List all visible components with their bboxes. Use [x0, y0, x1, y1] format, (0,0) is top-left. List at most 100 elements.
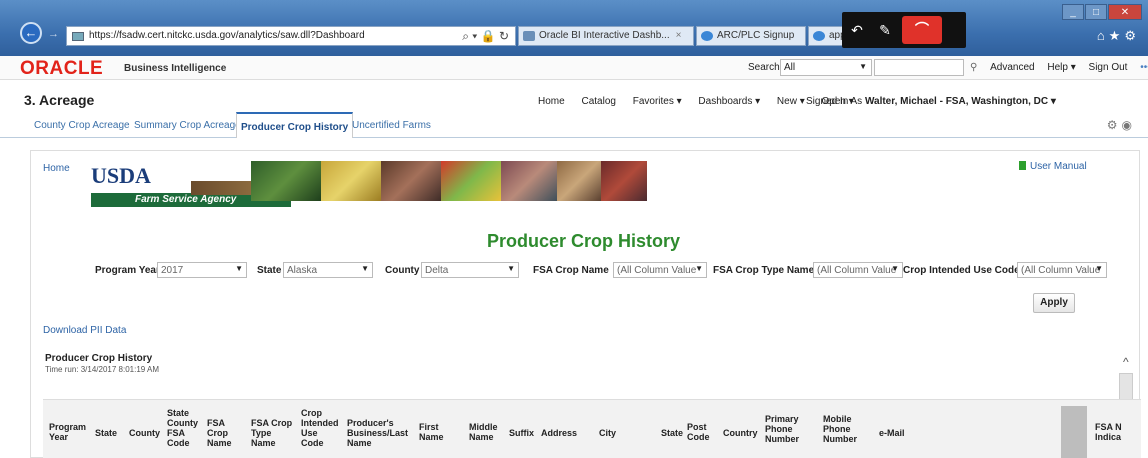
col-post-code[interactable]: Post Code [687, 422, 713, 442]
people-photo [381, 161, 441, 201]
tab-close-icon[interactable]: × [676, 30, 682, 41]
col-mobile-phone[interactable]: Mobile Phone Number [823, 414, 867, 444]
scroll-up-icon[interactable]: ^ [1123, 355, 1129, 369]
user-manual-link[interactable]: User Manual [1019, 161, 1087, 172]
home-link[interactable]: Home [43, 163, 70, 174]
mute-mic-icon[interactable]: ✎ [872, 18, 898, 42]
address-tools-icon[interactable]: ⌕ ▾ 🔒 ↻ [462, 29, 509, 44]
col-crop-intended-use-code[interactable]: Crop Intended Use Code [301, 408, 339, 448]
col-fsa-indicator[interactable]: FSA N Indica [1095, 422, 1125, 442]
back-arrow-icon[interactable]: ← [20, 22, 42, 44]
sign-out-link[interactable]: Sign Out [1089, 62, 1128, 73]
col-state-2[interactable]: State [661, 428, 683, 438]
header-links: ⚲ Advanced Help ▾ Sign Out ••• [960, 62, 1148, 73]
col-state-county-fsa-code[interactable]: State County FSA Code [167, 408, 198, 448]
menu-catalog[interactable]: Catalog [581, 96, 615, 107]
page-options-icon[interactable]: ⚙◉ [1107, 118, 1136, 132]
user-menu[interactable]: Walter, Michael - FSA, Washington, DC ▾ [865, 96, 1056, 107]
produce-photo [441, 161, 501, 201]
select-value: (All Column Value [1021, 265, 1101, 276]
program-year-select[interactable]: 2017 ▼ [157, 262, 247, 278]
help-menu[interactable]: Help ▾ [1047, 62, 1075, 73]
select-value: (All Column Value [617, 265, 697, 276]
end-call-icon[interactable]: ⌒ [902, 16, 942, 44]
tab-uncertified-farms[interactable]: Uncertified Farms [352, 120, 431, 131]
select-value: Delta [425, 265, 449, 276]
chevron-down-icon: ▼ [891, 264, 899, 273]
maximize-icon[interactable]: □ [1085, 4, 1107, 20]
prompt-label: FSA Crop Name [533, 265, 609, 276]
col-first-name[interactable]: First Name [419, 422, 449, 442]
product-name: Business Intelligence [124, 63, 227, 74]
col-fsa-crop-name[interactable]: FSA Crop Name [207, 418, 235, 448]
usda-logo: USDA [91, 163, 151, 188]
obiee-header: ORACLE Business Intelligence Search All … [0, 56, 1148, 80]
field-photo [557, 161, 601, 201]
crowd-photo [601, 161, 647, 201]
url-text: https://fsadw.cert.nitckc.usda.gov/analy… [89, 30, 365, 41]
menu-favorites[interactable]: Favorites ▾ [633, 96, 682, 107]
prompt-fsa-crop-type-name: FSA Crop Type Name (All Column Value ▼ [713, 262, 903, 278]
col-county[interactable]: County [129, 428, 160, 438]
col-city[interactable]: City [599, 428, 616, 438]
col-suffix[interactable]: Suffix [509, 428, 534, 438]
col-state[interactable]: State [95, 428, 117, 438]
search-icon[interactable]: ⚲ [970, 62, 977, 73]
prompt-label: Program Year [95, 265, 160, 276]
search-label: Search [748, 62, 780, 73]
search-scope-select[interactable]: All ▼ [780, 59, 872, 76]
menu-home[interactable]: Home [538, 96, 565, 107]
col-middle-name[interactable]: Middle Name [469, 422, 499, 442]
barn-image [191, 181, 251, 195]
dashboard-title-row: 3. Acreage Home Catalog Favorites ▾ Dash… [0, 84, 1148, 114]
col-producer-last-name[interactable]: Producer's Business/Last Name [347, 418, 417, 448]
close-window-icon[interactable]: ✕ [1108, 4, 1142, 20]
select-value: (All Column Value [817, 265, 897, 276]
menu-new[interactable]: New ▾ [777, 96, 805, 107]
tab-producer-crop-history[interactable]: Producer Crop History [236, 112, 354, 138]
oracle-logo[interactable]: ORACLE [20, 58, 103, 80]
flag-icon [1019, 161, 1026, 170]
prompt-state: State Alaska ▼ [257, 262, 373, 278]
col-address[interactable]: Address [541, 428, 577, 438]
menu-dashboards[interactable]: Dashboards ▾ [698, 96, 760, 107]
fsa-crop-name-select[interactable]: (All Column Value ▼ [613, 262, 707, 278]
col-email[interactable]: e-Mail [879, 428, 905, 438]
browser-tool-icons[interactable]: ⌂★⚙ [1097, 28, 1140, 44]
undo-icon[interactable]: ↶ [844, 18, 870, 42]
col-primary-phone[interactable]: Primary Phone Number [765, 414, 809, 444]
col-country[interactable]: Country [723, 428, 758, 438]
col-fsa-crop-type-name[interactable]: FSA Crop Type Name [251, 418, 295, 448]
search-input[interactable] [874, 59, 964, 76]
col-program-year[interactable]: Program Year [49, 422, 86, 442]
minimize-icon[interactable]: _ [1062, 4, 1084, 20]
crop-intended-use-select[interactable]: (All Column Value ▼ [1017, 262, 1107, 278]
address-bar[interactable]: https://fsadw.cert.nitckc.usda.gov/analy… [66, 26, 516, 46]
tab-county-crop-acreage[interactable]: County Crop Acreage [34, 120, 130, 131]
state-select[interactable]: Alaska ▼ [283, 262, 373, 278]
usda-banner: USDA Farm Service Agency [91, 157, 647, 209]
report-heading: Producer Crop History [487, 231, 681, 251]
fsa-crop-type-select[interactable]: (All Column Value ▼ [813, 262, 903, 278]
tab-summary-crop-acreage[interactable]: Summary Crop Acreage [134, 120, 241, 131]
more-icon[interactable]: ••• [1140, 62, 1148, 73]
farmer-photo [501, 161, 557, 201]
forward-arrow-icon[interactable]: → [48, 28, 59, 40]
advanced-link[interactable]: Advanced [990, 62, 1034, 73]
tab-label: Oracle BI Interactive Dashb... [539, 30, 670, 41]
prompt-label: County [385, 265, 420, 276]
report-title: Producer Crop History [45, 353, 153, 364]
ie-icon [813, 31, 825, 41]
browser-tab-obiee[interactable]: Oracle BI Interactive Dashb... × [518, 26, 694, 46]
prompt-program-year: Program Year 2017 ▼ [95, 262, 247, 278]
download-pii-link[interactable]: Download PII Data [43, 325, 126, 336]
apply-button[interactable]: Apply [1033, 293, 1075, 313]
dashboard-tabs: County Crop Acreage Summary Crop Acreage… [0, 112, 1148, 138]
dashboard-content: Home USDA Farm Service Agency User Manua… [30, 150, 1141, 458]
chevron-down-icon: ▼ [695, 264, 703, 273]
prompt-fsa-crop-name: FSA Crop Name (All Column Value ▼ [533, 262, 707, 278]
chevron-down-icon: ▼ [1095, 264, 1103, 273]
browser-tab-arcplc[interactable]: ARC/PLC Signup [696, 26, 806, 46]
county-select[interactable]: Delta ▼ [421, 262, 519, 278]
farm-photo [251, 161, 321, 201]
